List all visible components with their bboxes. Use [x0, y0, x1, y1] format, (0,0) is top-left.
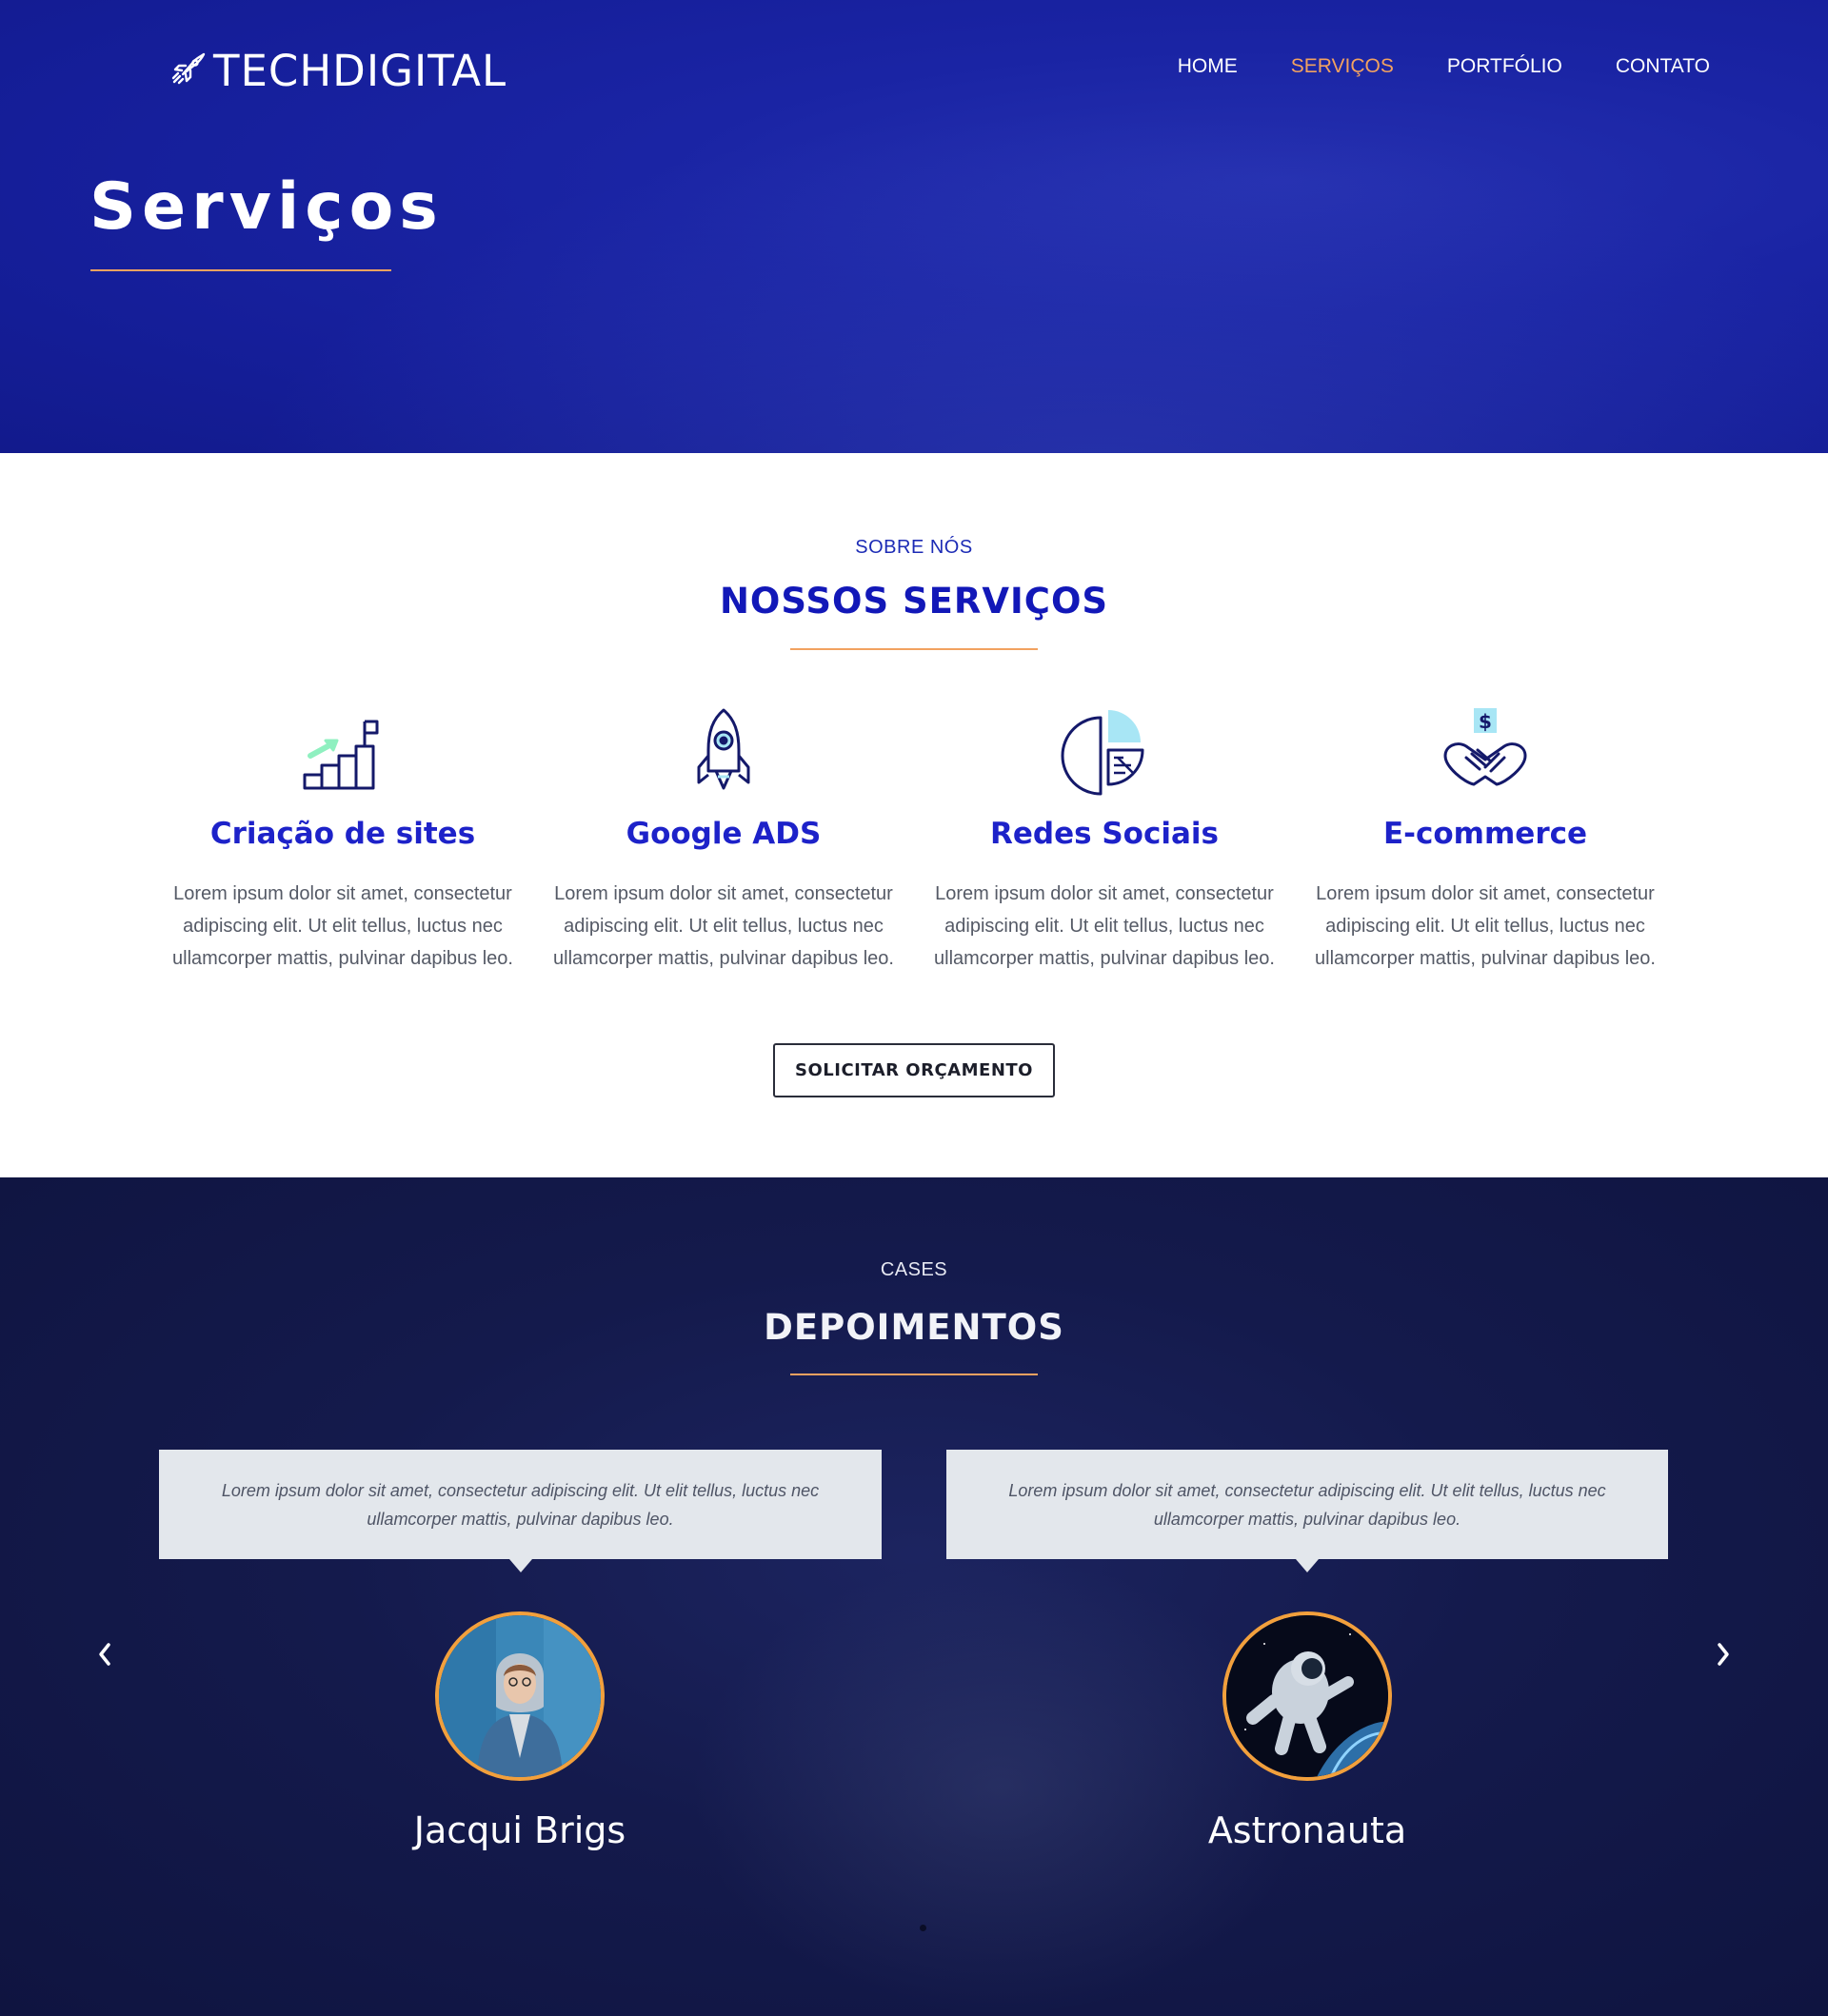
main-nav: HOME SERVIÇOS PORTFÓLIO CONTATO	[1178, 55, 1710, 78]
testimonial-quote-box: Lorem ipsum dolor sit amet, consectetur …	[159, 1450, 882, 1572]
logo-text: TECHDIGITAL	[213, 45, 507, 96]
carousel-dot[interactable]	[920, 1925, 926, 1931]
service-text: Lorem ipsum dolor sit amet, consectetur …	[553, 883, 894, 969]
service-title: Redes Sociais	[990, 817, 1219, 851]
service-title: E-commerce	[1382, 817, 1588, 851]
testimonial-name: Astronauta	[1207, 1809, 1407, 1851]
testimonial-name: Jacqui Brigs	[413, 1809, 626, 1851]
service-card-criacao-de-sites: Criação de sites Lorem ipsum dolor sit a…	[152, 702, 533, 975]
chevron-right-icon	[1713, 1641, 1734, 1672]
service-title: Google ADS	[626, 817, 822, 851]
services-title-line	[790, 648, 1038, 650]
testimonial-quote: Lorem ipsum dolor sit amet, consectetur …	[221, 1480, 820, 1529]
nav-portfolio[interactable]: PORTFÓLIO	[1447, 55, 1562, 78]
service-card-redes-sociais: Redes Sociais Lorem ipsum dolor sit amet…	[914, 702, 1295, 975]
service-card-e-commerce: $ E-commerce Lorem ipsum dolor sit amet,…	[1295, 702, 1676, 975]
testimonial-quote-box: Lorem ipsum dolor sit amet, consectetur …	[946, 1450, 1668, 1572]
rocket-logo-icon	[169, 49, 208, 92]
handshake-dollar-icon: $	[1295, 702, 1676, 798]
testimonials-section: CASES DEPOIMENTOS Lorem ipsum dolor sit …	[0, 1177, 1828, 2016]
title-underline	[90, 269, 391, 271]
avatar	[1222, 1611, 1392, 1781]
chevron-left-icon	[94, 1641, 115, 1672]
testimonial-quote: Lorem ipsum dolor sit amet, consectetur …	[1008, 1480, 1606, 1529]
hero-section: TECHDIGITAL HOME SERVIÇOS PORTFÓLIO CONT…	[0, 0, 1828, 453]
services-eyebrow: SOBRE NÓS	[855, 537, 973, 558]
request-quote-button[interactable]: SOLICITAR ORÇAMENTO	[773, 1043, 1055, 1097]
page-title: Serviços	[89, 169, 444, 245]
service-text: Lorem ipsum dolor sit amet, consectetur …	[934, 883, 1275, 969]
carousel-next-button[interactable]	[1704, 1637, 1742, 1675]
service-title: Criação de sites	[209, 817, 476, 851]
nav-servicos[interactable]: SERVIÇOS	[1291, 55, 1394, 78]
services-section: SOBRE NÓS NOSSOS SERVIÇOS Criação de sit…	[0, 453, 1828, 1177]
logo[interactable]: TECHDIGITAL	[169, 44, 507, 97]
testimonials-title: DEPOIMENTOS	[764, 1307, 1064, 1348]
avatar	[435, 1611, 605, 1781]
service-text: Lorem ipsum dolor sit amet, consectetur …	[172, 883, 513, 969]
services-title: NOSSOS SERVIÇOS	[719, 581, 1109, 622]
testimonials-title-line	[790, 1374, 1038, 1375]
service-card-google-ads: Google ADS Lorem ipsum dolor sit amet, c…	[533, 702, 914, 975]
svg-text:$: $	[1479, 710, 1492, 733]
nav-contato[interactable]: CONTATO	[1616, 55, 1710, 78]
rocket-icon	[533, 702, 914, 798]
growth-stairs-icon	[152, 702, 533, 798]
woman-photo	[439, 1615, 601, 1777]
services-grid: Criação de sites Lorem ipsum dolor sit a…	[152, 702, 1676, 988]
testimonials-eyebrow: CASES	[880, 1259, 948, 1280]
pie-chart-icon	[914, 702, 1295, 798]
service-text: Lorem ipsum dolor sit amet, consectetur …	[1315, 883, 1656, 969]
carousel-pagination	[920, 1925, 926, 1931]
carousel-prev-button[interactable]	[86, 1637, 124, 1675]
nav-home[interactable]: HOME	[1178, 55, 1238, 78]
astronaut-photo	[1226, 1615, 1388, 1777]
